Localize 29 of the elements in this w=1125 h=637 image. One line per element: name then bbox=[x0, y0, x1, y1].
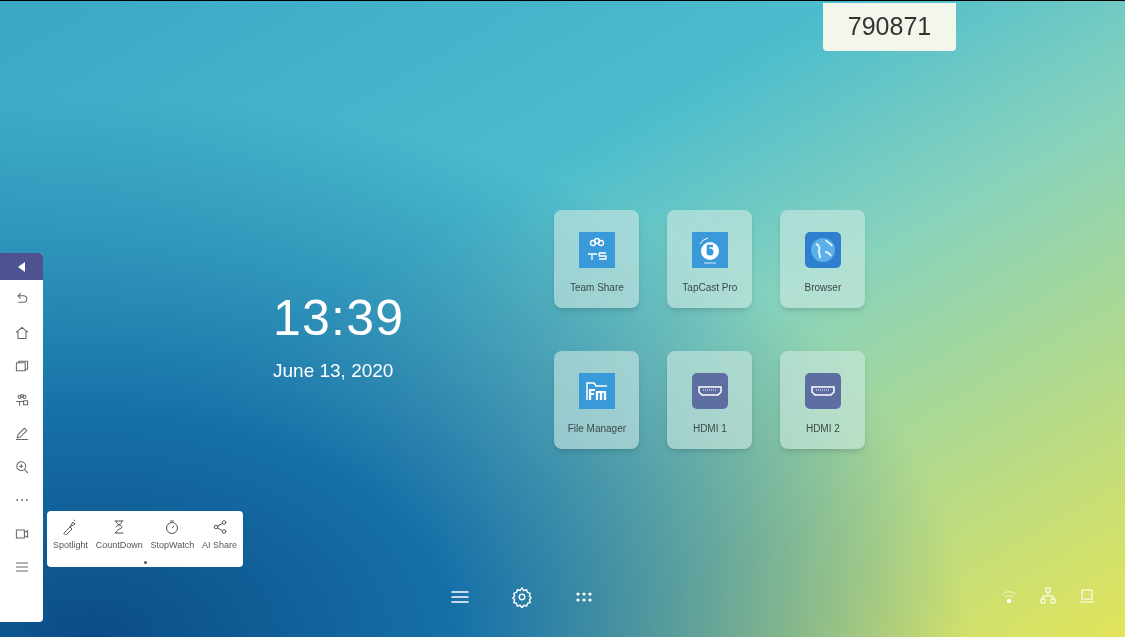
app-tile[interactable]: HDMI 1 bbox=[667, 350, 753, 449]
app-tile[interactable]: HDMI 2 bbox=[780, 350, 866, 449]
settings-icon[interactable] bbox=[511, 586, 533, 608]
home-icon[interactable] bbox=[13, 324, 30, 341]
app-tile[interactable]: TapCast Pro bbox=[667, 209, 753, 308]
zoom-in-icon[interactable] bbox=[13, 458, 30, 475]
app-tile[interactable]: File Manager bbox=[554, 350, 640, 449]
collapse-button[interactable] bbox=[0, 253, 43, 280]
globe-icon bbox=[804, 231, 841, 268]
stopwatch-icon bbox=[164, 519, 181, 535]
triangle-left-icon bbox=[17, 261, 26, 272]
tool-button[interactable]: CountDown bbox=[95, 519, 143, 553]
hdmi-port-icon bbox=[691, 372, 728, 409]
app-tile[interactable]: Browser bbox=[780, 209, 866, 308]
pen-icon[interactable] bbox=[13, 425, 30, 441]
folder-icon bbox=[578, 372, 615, 409]
tool-button[interactable]: Spotlight bbox=[52, 519, 88, 553]
team-share-icon[interactable] bbox=[13, 391, 30, 408]
windows-icon[interactable] bbox=[13, 358, 30, 374]
cast-logo-icon bbox=[691, 231, 728, 268]
code-badge: 790871 bbox=[823, 3, 956, 51]
clock-date: June 13, 2020 bbox=[273, 358, 394, 383]
tool-button[interactable]: StopWatch bbox=[150, 519, 195, 553]
people-icon bbox=[578, 231, 615, 268]
clock-time: 13:39 bbox=[273, 292, 405, 343]
app-tile[interactable]: Team Share bbox=[554, 209, 640, 308]
share-icon bbox=[211, 519, 228, 535]
tool-button[interactable]: AI Share bbox=[202, 519, 238, 553]
hdmi-port-icon bbox=[804, 372, 841, 409]
